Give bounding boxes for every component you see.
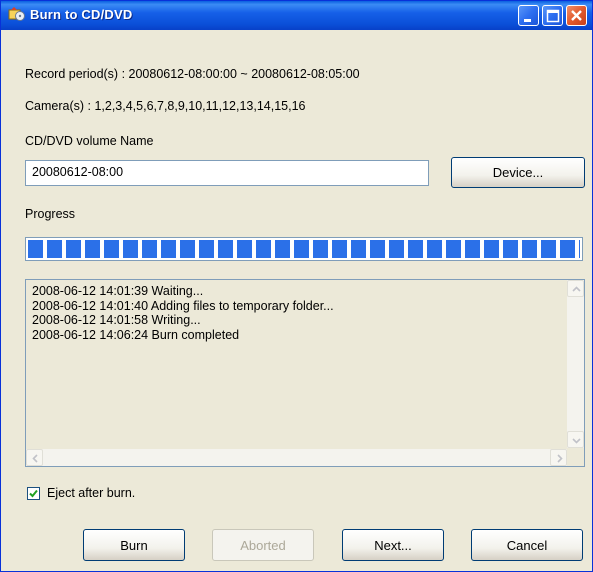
minimize-button[interactable] <box>518 5 539 26</box>
chevron-left-icon <box>32 454 38 463</box>
title-bar[interactable]: Burn to CD/DVD <box>1 1 592 30</box>
scroll-corner <box>567 449 584 466</box>
progress-bar <box>25 237 583 261</box>
vertical-scrollbar[interactable] <box>567 280 584 448</box>
log-box[interactable]: 2008-06-12 14:01:39 Waiting... 2008-06-1… <box>25 279 585 467</box>
eject-checkbox[interactable] <box>27 487 40 500</box>
cancel-button[interactable]: Cancel <box>471 529 583 561</box>
eject-label: Eject after burn. <box>47 486 136 500</box>
scroll-down-button[interactable] <box>567 431 584 448</box>
progress-label: Progress <box>25 207 76 221</box>
horizontal-scrollbar[interactable] <box>26 449 567 466</box>
chevron-up-icon <box>572 286 581 292</box>
progress-fill <box>28 240 580 258</box>
aborted-button: Aborted <box>212 529 314 561</box>
log-text: 2008-06-12 14:01:39 Waiting... 2008-06-1… <box>32 284 334 342</box>
chevron-down-icon <box>572 438 581 444</box>
scroll-up-button[interactable] <box>567 280 584 297</box>
volume-name-input[interactable]: 20080612-08:00 <box>25 160 429 186</box>
close-button[interactable] <box>566 5 587 26</box>
scroll-right-button[interactable] <box>550 449 567 466</box>
cameras-text: Camera(s) : 1,2,3,4,5,6,7,8,9,10,11,12,1… <box>25 99 306 113</box>
burn-app-icon <box>8 7 25 23</box>
burn-button[interactable]: Burn <box>83 529 185 561</box>
record-period-text: Record period(s) : 20080612-08:00:00 ~ 2… <box>25 67 360 81</box>
burn-dialog: Burn to CD/DVD Record period(s) : 200806… <box>0 0 593 572</box>
checkmark-icon <box>29 489 38 498</box>
maximize-button[interactable] <box>542 5 563 26</box>
scroll-left-button[interactable] <box>26 449 43 466</box>
volume-name-label: CD/DVD volume Name <box>25 134 154 148</box>
close-icon <box>571 10 582 21</box>
minimize-icon <box>524 19 531 22</box>
next-button[interactable]: Next... <box>342 529 444 561</box>
maximize-icon <box>546 9 560 23</box>
window-title: Burn to CD/DVD <box>30 7 133 22</box>
device-button[interactable]: Device... <box>451 157 585 188</box>
chevron-right-icon <box>557 454 563 463</box>
